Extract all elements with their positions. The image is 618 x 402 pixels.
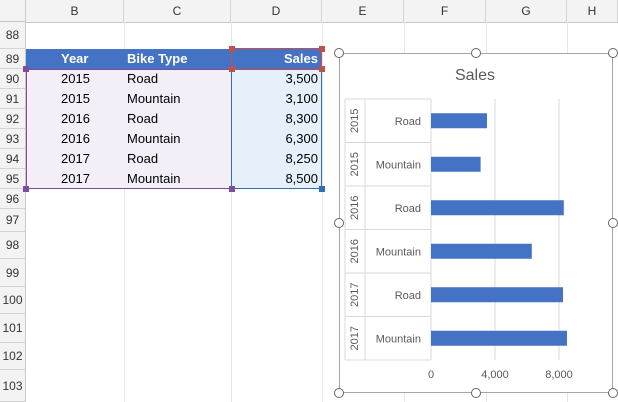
cell-bike-type[interactable]: Road [127,109,158,129]
gridline [322,22,323,402]
row-header-92[interactable]: 92 [0,109,26,129]
x-tick-label: 8,000 [545,369,573,381]
column-header-d[interactable]: D [231,0,322,22]
chart-resize-handle[interactable] [471,388,481,398]
category-label: Road [395,203,421,215]
header-sales[interactable]: Sales [232,49,318,69]
category-label: Mountain [376,246,421,258]
range-handle[interactable] [319,66,325,72]
header-year[interactable]: Year [61,49,88,69]
row-header-99[interactable]: 99 [0,259,26,287]
chart-title: Sales [455,67,495,84]
category-label: Mountain [376,159,421,171]
column-header-f[interactable]: F [404,0,486,22]
row-header-102[interactable]: 102 [0,343,26,370]
row-header-98[interactable]: 98 [0,232,26,259]
x-tick-label: 0 [428,369,434,381]
cell-sales[interactable]: 3,500 [232,69,318,89]
row-header-100[interactable]: 100 [0,287,26,314]
cell-bike-type[interactable]: Mountain [127,169,180,189]
year-label: 2015 [349,109,361,133]
column-header-h[interactable]: H [567,0,618,22]
year-label: 2017 [349,326,361,350]
year-label: 2017 [349,283,361,307]
row-header-94[interactable]: 94 [0,149,26,169]
chart-bar [431,287,563,303]
x-tick-label: 4,000 [481,369,509,381]
row-header-96[interactable]: 96 [0,189,26,209]
cell-year[interactable]: 2016 [61,109,90,129]
row-header-97[interactable]: 97 [0,209,26,232]
column-header-e[interactable]: E [322,0,404,22]
range-handle[interactable] [229,186,235,192]
range-handle[interactable] [23,66,29,72]
cell-year[interactable]: 2015 [61,69,90,89]
header-bike-type[interactable]: Bike Type [127,49,187,69]
cell-year[interactable]: 2017 [61,149,90,169]
chart-resize-handle[interactable] [608,218,618,228]
cell-year[interactable]: 2017 [61,169,90,189]
chart-bar [431,156,481,172]
cell-sales[interactable]: 8,300 [232,109,318,129]
select-all-corner[interactable] [0,0,26,22]
column-header-c[interactable]: C [124,0,231,22]
column-header-g[interactable]: G [486,0,567,22]
chart-resize-handle[interactable] [334,48,344,58]
cell-bike-type[interactable]: Road [127,149,158,169]
chart-bar [431,243,532,259]
chart-bar [431,200,564,216]
chart-resize-handle[interactable] [334,218,344,228]
year-label: 2015 [349,152,361,176]
row-header-93[interactable]: 93 [0,129,26,149]
chart-resize-handle[interactable] [471,48,481,58]
cell-sales[interactable]: 8,500 [232,169,318,189]
chart-resize-handle[interactable] [608,388,618,398]
row-header-90[interactable]: 90 [0,69,26,89]
cell-year[interactable]: 2015 [61,89,90,109]
cell-sales[interactable]: 6,300 [232,129,318,149]
year-label: 2016 [349,239,361,263]
cell-year[interactable]: 2016 [61,129,90,149]
range-handle[interactable] [229,66,235,72]
range-handle[interactable] [23,186,29,192]
range-handle[interactable] [229,46,235,52]
bar-chart[interactable]: Sales Road 2015 Mountain 2015 Road 2016 Mountai… [339,53,613,393]
category-label: Road [395,290,421,302]
range-handle[interactable] [319,46,325,52]
chart-resize-handle[interactable] [608,48,618,58]
year-label: 2016 [349,196,361,220]
row-header-91[interactable]: 91 [0,89,26,109]
chart-bar [431,330,567,346]
row-header-101[interactable]: 101 [0,314,26,343]
cell-bike-type[interactable]: Mountain [127,89,180,109]
cell-bike-type[interactable]: Road [127,69,158,89]
row-header-103[interactable]: 103 [0,370,26,402]
category-label: Mountain [376,333,421,345]
column-header-b[interactable]: B [26,0,124,22]
category-label: Road [395,116,421,128]
cell-sales[interactable]: 8,250 [232,149,318,169]
chart-bar [431,113,487,129]
row-header-88[interactable]: 88 [0,22,26,49]
chart-resize-handle[interactable] [334,388,344,398]
cell-sales[interactable]: 3,100 [232,89,318,109]
cell-bike-type[interactable]: Mountain [127,129,180,149]
chart-plot: Sales Road 2015 Mountain 2015 Road 2016 Mountai… [344,67,573,381]
range-handle[interactable] [319,186,325,192]
